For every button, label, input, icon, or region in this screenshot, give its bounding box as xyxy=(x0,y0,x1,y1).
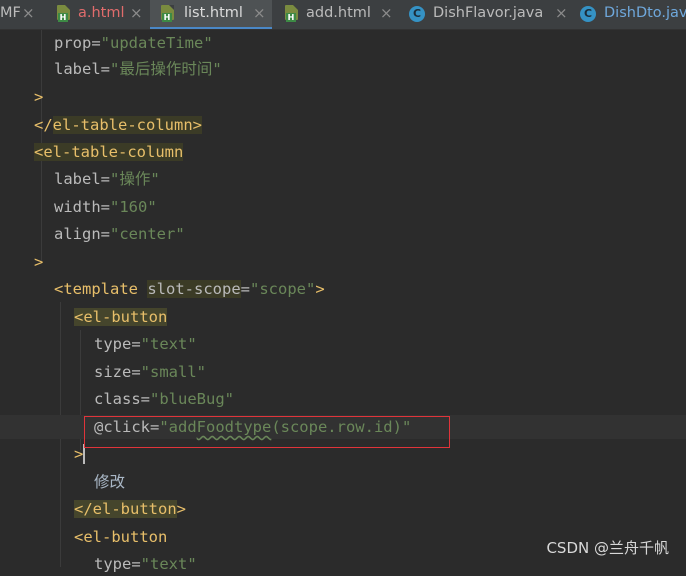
code-line: label="最后操作时间" xyxy=(54,60,222,78)
close-icon[interactable]: × xyxy=(555,0,568,27)
html-file-icon: H xyxy=(56,5,74,23)
code-line: class="blueBug" xyxy=(94,390,234,408)
editor-tab-bar: MF × H a.html × H list.html × H add.html… xyxy=(0,0,686,30)
code-line: type="text" xyxy=(94,335,197,353)
tab-a-html[interactable]: H a.html × xyxy=(46,0,150,29)
code-line: </el-table-column> xyxy=(34,116,202,134)
code-line: <el-table-column xyxy=(34,143,184,161)
code-line: > xyxy=(34,253,44,271)
code-line: > xyxy=(74,445,84,463)
code-line: type="text" xyxy=(94,555,197,573)
code-line: > xyxy=(34,88,44,106)
java-class-icon: C xyxy=(409,6,425,22)
tab-label: add.html xyxy=(306,5,371,21)
tab-label: DishDto.java xyxy=(604,5,686,21)
code-line: prop="updateTime" xyxy=(54,34,213,52)
close-icon[interactable]: × xyxy=(380,0,393,27)
tab-add-html[interactable]: H add.html × xyxy=(272,0,394,29)
code-editor[interactable]: prop="updateTime" label="最后操作时间" > </el-… xyxy=(0,30,686,573)
tab-label: MF xyxy=(0,5,21,21)
code-line: <template slot-scope="scope"> xyxy=(54,280,325,298)
tab-label: list.html xyxy=(184,5,243,21)
java-class-icon: C xyxy=(580,6,596,22)
close-icon[interactable]: × xyxy=(253,0,266,27)
code-line: size="small" xyxy=(94,363,206,381)
close-icon[interactable]: × xyxy=(22,0,35,27)
code-line: </el-button> xyxy=(74,500,187,518)
close-icon[interactable]: × xyxy=(130,0,143,27)
tab-list-html[interactable]: H list.html × xyxy=(150,0,272,29)
highlight-annotation-box xyxy=(84,416,450,448)
code-line: label="操作" xyxy=(54,170,160,188)
tab-label: DishFlavor.java xyxy=(433,5,544,21)
tab-mf[interactable]: MF × xyxy=(0,0,46,29)
code-line: <el-button xyxy=(74,528,168,546)
code-line: align="center" xyxy=(54,225,185,243)
code-line: width="160" xyxy=(54,198,157,216)
csdn-watermark: CSDN @兰舟千帆 xyxy=(546,539,669,557)
tab-label: a.html xyxy=(78,5,125,21)
code-line: <el-button xyxy=(74,308,168,326)
code-line: 修改 xyxy=(94,473,126,491)
html-file-icon: H xyxy=(160,5,178,23)
html-file-icon: H xyxy=(284,5,302,23)
tab-dishdto-java[interactable]: C DishDto.java xyxy=(574,0,686,29)
tab-dishflavor-java[interactable]: C DishFlavor.java × xyxy=(394,0,574,29)
